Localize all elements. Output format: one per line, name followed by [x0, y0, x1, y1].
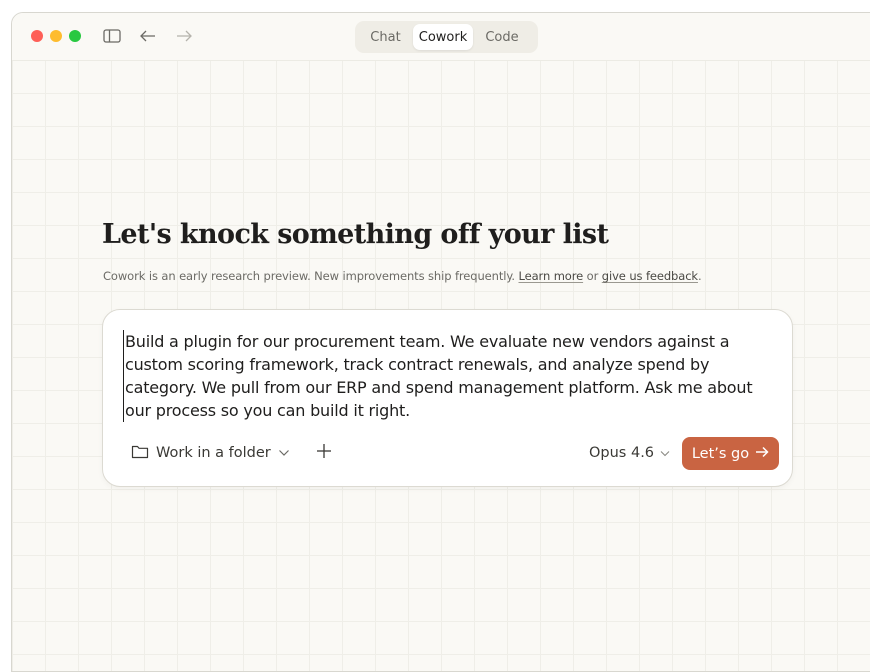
work-in-folder-button[interactable]: Work in a folder	[131, 441, 290, 465]
tab-code[interactable]: Code	[473, 24, 531, 50]
tab-chat[interactable]: Chat	[358, 24, 413, 50]
tab-cowork[interactable]: Cowork	[413, 24, 473, 50]
close-window-button[interactable]	[31, 30, 43, 42]
mode-switcher: Chat Cowork Code	[355, 21, 538, 53]
back-arrow-icon[interactable]	[138, 26, 158, 46]
feedback-link[interactable]: give us feedback	[602, 269, 698, 283]
page-title: Let's knock something off your list	[102, 219, 609, 250]
maximize-window-button[interactable]	[69, 30, 81, 42]
work-in-folder-label: Work in a folder	[156, 445, 271, 461]
app-window: Chat Cowork Code Let's knock something o…	[11, 12, 870, 672]
model-selector[interactable]: Opus 4.6	[589, 441, 670, 465]
preview-notice-text: Cowork is an early research preview. New…	[103, 269, 519, 283]
composer: Build a plugin for our procurement team.…	[102, 309, 793, 487]
preview-notice: Cowork is an early research preview. New…	[103, 269, 702, 283]
lets-go-label: Let’s go	[691, 445, 750, 462]
add-attachment-button[interactable]	[312, 441, 336, 465]
chevron-down-icon	[660, 445, 670, 461]
sidebar-toggle-icon[interactable]	[102, 26, 122, 46]
minimize-window-button[interactable]	[50, 30, 62, 42]
preview-notice-or: or	[583, 269, 602, 283]
plus-icon	[316, 443, 332, 463]
titlebar: Chat Cowork Code	[12, 13, 870, 61]
forward-arrow-icon[interactable]	[174, 26, 194, 46]
lets-go-button[interactable]: Let’s go	[682, 437, 779, 470]
preview-notice-end: .	[697, 269, 702, 283]
model-selector-label: Opus 4.6	[589, 445, 655, 461]
folder-icon	[131, 444, 149, 463]
prompt-input[interactable]: Build a plugin for our procurement team.…	[123, 330, 780, 422]
chevron-down-icon	[278, 445, 290, 461]
arrow-right-icon	[755, 446, 769, 462]
learn-more-link[interactable]: Learn more	[519, 269, 584, 283]
